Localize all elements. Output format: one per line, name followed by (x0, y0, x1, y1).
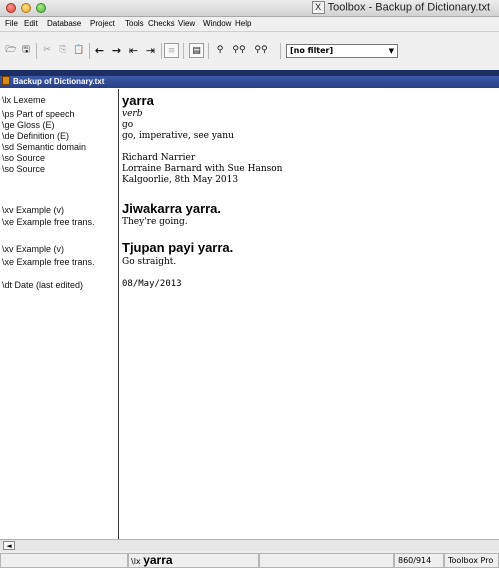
status-cell-empty (259, 553, 394, 568)
toolbar: 🗁 🖫 ✂ ⎘ 📋 ← → ⇤ ⇥ ≡ ▤ ⚲ ⚲⚲ ⚲⚲ [no filter… (0, 32, 499, 70)
toolbar-separator (161, 43, 162, 59)
toolbar-separator (280, 43, 281, 59)
field-value-example[interactable]: Jiwakarra yarra. (122, 201, 221, 216)
menu-window[interactable]: Window (203, 19, 231, 28)
field-label-source: \so Source (2, 153, 46, 163)
menu-checks[interactable]: Checks (148, 19, 175, 28)
next-record-icon[interactable]: → (109, 43, 124, 58)
field-label-gloss: \ge Gloss (E) (2, 120, 55, 130)
field-value-example-translation[interactable]: They're going. (122, 217, 188, 227)
menu-bar: File Edit Database Project Tools Checks … (0, 17, 499, 32)
last-record-icon[interactable]: ⇥ (143, 43, 158, 58)
status-record-position: 860/914 (394, 553, 444, 568)
field-value-source[interactable]: Richard Narrier (122, 153, 195, 163)
field-label-semantic-domain: \sd Semantic domain (2, 142, 87, 152)
field-label-example-translation: \xe Example free trans. (2, 217, 95, 227)
field-value-example-translation[interactable]: Go straight. (122, 257, 176, 267)
chevron-down-icon[interactable]: ▼ (389, 45, 394, 57)
find-next-icon[interactable]: ⚲⚲ (229, 43, 249, 58)
menu-view[interactable]: View (178, 19, 195, 28)
field-label-example: \xv Example (v) (2, 205, 65, 215)
find-icon[interactable]: ⚲ (212, 43, 228, 58)
status-current-record: \lx yarra (128, 553, 259, 568)
field-value-source-continued[interactable]: Kalgoorlie, 8th May 2013 (122, 175, 238, 185)
status-app-name: Toolbox Pro (444, 553, 499, 568)
record-pane[interactable] (0, 89, 499, 539)
toolbox-app-icon: X (311, 1, 325, 14)
menu-file[interactable]: File (5, 19, 18, 28)
status-marker: \lx (131, 557, 141, 566)
window-title-text: Toolbox - Backup of Dictionary.txt (327, 1, 490, 14)
status-bar: \lx yarra 860/914 Toolbox Pro (0, 551, 499, 568)
field-value-source[interactable]: Lorraine Barnard with Sue Hanson (122, 164, 282, 174)
menu-tools[interactable]: Tools (125, 19, 144, 28)
status-lexeme: yarra (143, 553, 173, 567)
menu-edit[interactable]: Edit (24, 19, 38, 28)
field-label-part-of-speech: \ps Part of speech (2, 109, 75, 119)
filter-select[interactable]: [no filter] ▼ (286, 44, 398, 58)
field-label-definition: \de Definition (E) (2, 131, 70, 141)
toolbar-separator (208, 43, 209, 59)
window-title: X Toolbox - Backup of Dictionary.txt (0, 1, 499, 14)
first-record-icon[interactable]: ⇤ (126, 43, 141, 58)
field-label-lexeme: \lx Lexeme (2, 95, 46, 105)
field-value-gloss[interactable]: go (122, 120, 133, 130)
field-value-lexeme[interactable]: yarra (122, 93, 154, 108)
title-bar: X Toolbox - Backup of Dictionary.txt (0, 0, 499, 17)
document-icon (2, 76, 10, 85)
toolbar-separator (36, 43, 37, 59)
document-title-bar: Backup of Dictionary.txt (0, 76, 499, 88)
previous-record-icon[interactable]: ← (92, 43, 107, 58)
browse-view-icon[interactable]: ▤ (189, 43, 204, 58)
field-value-part-of-speech[interactable]: verb (122, 109, 142, 119)
save-icon[interactable]: 🖫 (19, 43, 33, 58)
menu-project[interactable]: Project (90, 19, 115, 28)
list-view-icon[interactable]: ≡ (164, 43, 179, 58)
document-title: Backup of Dictionary.txt (13, 77, 105, 86)
filter-value: [no filter] (290, 46, 334, 55)
toolbar-separator (183, 43, 184, 59)
copy-icon[interactable]: ⎘ (56, 43, 70, 58)
field-value-date[interactable]: 08/May/2013 (122, 279, 182, 289)
field-label-example: \xv Example (v) (2, 244, 65, 254)
field-label-date: \dt Date (last edited) (2, 280, 84, 290)
status-cell-empty (0, 553, 128, 568)
cut-icon[interactable]: ✂ (40, 43, 54, 58)
field-label-divider (118, 89, 119, 540)
menu-database[interactable]: Database (47, 19, 81, 28)
find-previous-icon[interactable]: ⚲⚲ (251, 43, 271, 58)
open-icon[interactable]: 🗁 (4, 43, 18, 58)
scroll-left-icon[interactable]: ◄ (3, 541, 15, 550)
field-value-definition[interactable]: go, imperative, see yanu (122, 131, 234, 141)
menu-help[interactable]: Help (235, 19, 251, 28)
toolbar-separator (89, 43, 90, 59)
field-label-source: \so Source (2, 164, 46, 174)
paste-icon[interactable]: 📋 (72, 43, 86, 58)
field-label-example-translation: \xe Example free trans. (2, 257, 95, 267)
field-value-example[interactable]: Tjupan payi yarra. (122, 240, 233, 255)
